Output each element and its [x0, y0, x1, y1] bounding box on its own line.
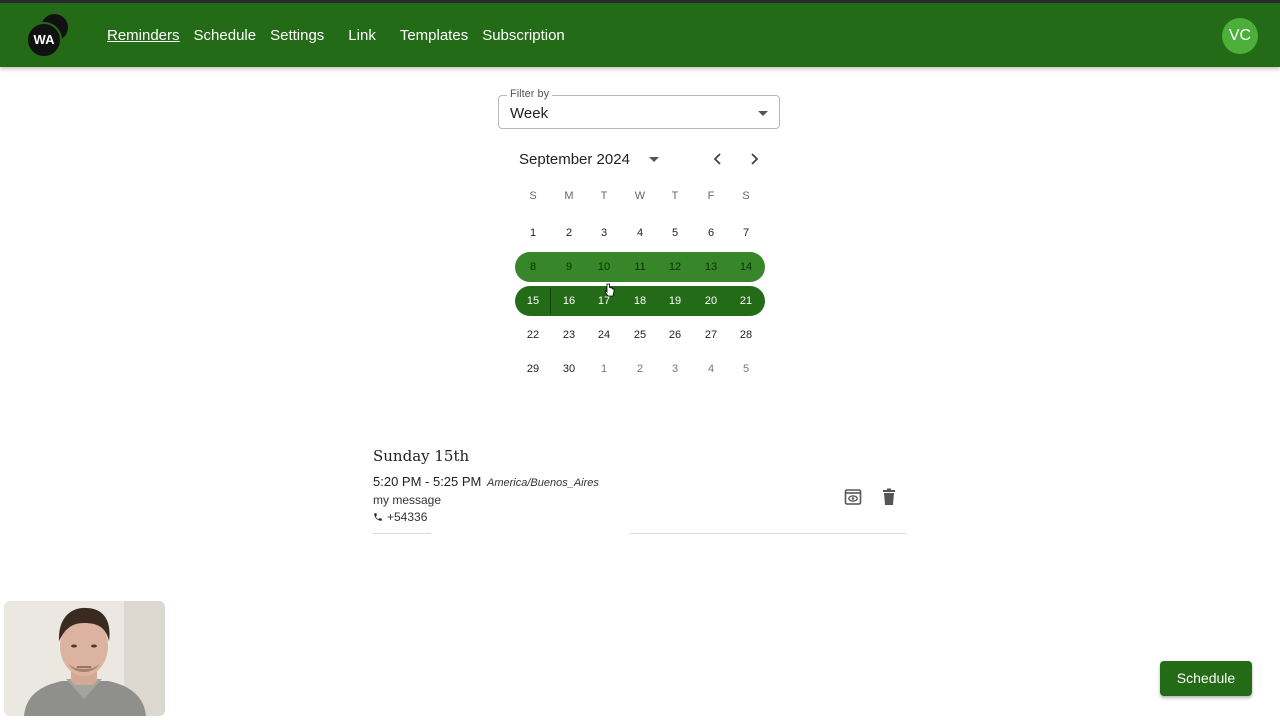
nav-reminders[interactable]: Reminders	[107, 27, 180, 44]
calendar-day[interactable]: 3	[586, 218, 622, 248]
main-nav: Reminders Schedule Settings Link Templat…	[107, 3, 579, 67]
reminder-day-title: Sunday 15th	[373, 447, 470, 465]
calendar-day[interactable]: 1	[515, 218, 551, 248]
presenter-video-image	[4, 601, 165, 716]
calendar-day[interactable]: 18	[622, 286, 658, 316]
nav-schedule[interactable]: Schedule	[194, 27, 257, 44]
app-logo[interactable]: WA	[24, 14, 70, 60]
divider	[630, 533, 906, 534]
calendar-day[interactable]: 7	[728, 218, 764, 248]
weekday-label: T	[600, 190, 608, 202]
calendar-day[interactable]: 23	[551, 320, 587, 350]
calendar-day[interactable]: 20	[693, 286, 729, 316]
reminder-message: my message	[373, 493, 442, 507]
calendar-day[interactable]: 13	[693, 252, 729, 282]
calendar-day[interactable]: 4	[622, 218, 658, 248]
calendar-day[interactable]: 22	[515, 320, 551, 350]
weekday-label: W	[634, 190, 646, 202]
app-bar: WA Reminders Schedule Settings Link Temp…	[0, 3, 1280, 67]
calendar-day[interactable]: 5	[728, 354, 764, 384]
next-month-button[interactable]	[742, 148, 766, 170]
divider	[373, 533, 431, 534]
weekday-label: S	[742, 190, 750, 202]
calendar-day[interactable]: 27	[693, 320, 729, 350]
calendar-day[interactable]: 30	[551, 354, 587, 384]
calendar-day[interactable]: 16	[551, 286, 587, 316]
calendar-day[interactable]: 19	[657, 286, 693, 316]
filter-label: Filter by	[507, 88, 553, 100]
month-dropdown-icon[interactable]	[649, 157, 659, 162]
calendar-day[interactable]: 9	[551, 252, 587, 282]
nav-subscription[interactable]: Subscription	[482, 27, 565, 44]
calendar-day[interactable]: 2	[551, 218, 587, 248]
calendar-day[interactable]: 29	[515, 354, 551, 384]
calendar-day[interactable]: 12	[657, 252, 693, 282]
calendar-header: September 2024	[519, 148, 769, 170]
trash-icon	[883, 488, 895, 505]
chevron-left-icon	[713, 153, 721, 165]
chevron-right-icon	[751, 153, 759, 165]
calendar-day[interactable]: 14	[728, 252, 764, 282]
calendar-day[interactable]: 1	[586, 354, 622, 384]
nav-settings[interactable]: Settings	[270, 27, 324, 44]
schedule-button[interactable]: Schedule	[1160, 661, 1252, 696]
weekday-label: T	[671, 190, 679, 202]
preview-button[interactable]	[843, 487, 863, 507]
calendar-day[interactable]: 25	[622, 320, 658, 350]
mouse-pointer-icon	[604, 283, 615, 297]
calendar-day[interactable]: 5	[657, 218, 693, 248]
calendar-day[interactable]: 2	[622, 354, 658, 384]
calendar-day[interactable]: 6	[693, 218, 729, 248]
nav-link[interactable]: Link	[348, 27, 376, 44]
phone-icon	[374, 513, 382, 521]
calendar-day[interactable]: 8	[515, 252, 551, 282]
logo-text: WA	[26, 22, 62, 58]
calendar-day[interactable]: 10	[586, 252, 622, 282]
filter-select[interactable]: Filter by Week	[498, 88, 780, 129]
weekday-label: F	[707, 190, 715, 202]
dropdown-caret-icon	[758, 111, 768, 116]
reminder-time-range: 5:20 PM - 5:25 PM	[373, 474, 482, 489]
weekday-label: S	[529, 190, 537, 202]
reminder-phone-number: +54336	[387, 510, 428, 524]
calendar-day[interactable]: 21	[728, 286, 764, 316]
filter-value: Week	[510, 105, 549, 122]
user-avatar[interactable]: VC	[1222, 18, 1258, 54]
calendar-day[interactable]: 15	[515, 286, 551, 316]
reminder-timezone: America/Buenos_Aires	[487, 477, 599, 489]
previous-month-button[interactable]	[706, 148, 730, 170]
delete-button[interactable]	[879, 487, 899, 507]
calendar-day[interactable]: 28	[728, 320, 764, 350]
calendar-month-label[interactable]: September 2024	[519, 151, 630, 168]
reminder-time: 5:20 PM - 5:25 PM America/Buenos_Aires	[373, 474, 599, 489]
preview-icon	[844, 489, 862, 505]
reminder-phone: +54336	[373, 510, 427, 524]
nav-templates[interactable]: Templates	[400, 27, 468, 44]
webcam-overlay	[4, 601, 165, 716]
calendar-day[interactable]: 3	[657, 354, 693, 384]
calendar-day[interactable]: 24	[586, 320, 622, 350]
calendar-day[interactable]: 11	[622, 252, 658, 282]
weekday-label: M	[564, 190, 574, 202]
calendar-day[interactable]: 26	[657, 320, 693, 350]
calendar-day[interactable]: 4	[693, 354, 729, 384]
